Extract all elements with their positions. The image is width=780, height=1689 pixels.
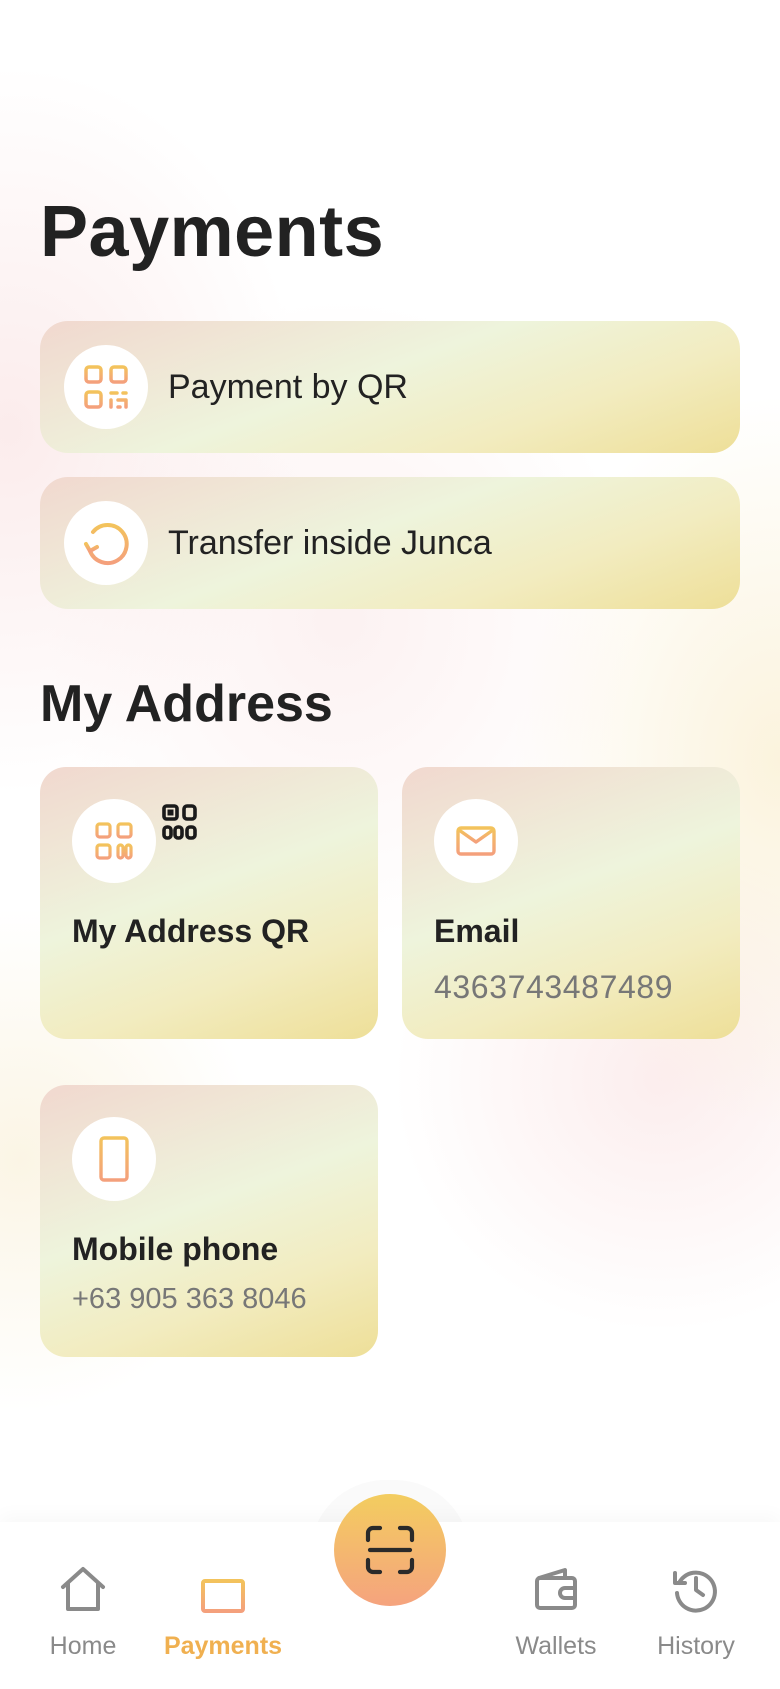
nav-label-history: History (657, 1632, 735, 1660)
phone-icon (99, 1136, 129, 1182)
nav-label-payments: Payments (163, 1632, 283, 1660)
nav-item-home[interactable]: Home (13, 1560, 153, 1661)
history-icon (673, 1570, 717, 1613)
mobile-phone-title: Mobile phone (72, 1231, 279, 1267)
wallet-icon (535, 1568, 577, 1610)
qr-code-icon (95, 822, 133, 860)
payment-by-qr-label: Payment by QR (168, 368, 408, 406)
mail-icon (456, 826, 496, 856)
payment-qr-icon-circle (64, 345, 148, 429)
my-address-qr-tile[interactable]: My Address QR (40, 767, 378, 1039)
payments-icon (201, 1565, 245, 1613)
nav-label-wallets: Wallets (515, 1632, 597, 1660)
mobile-phone-tile[interactable]: Mobile phone +63 905 363 8046 (40, 1085, 378, 1357)
transfer-icon-circle (64, 501, 148, 585)
address-qr-icon-circle (72, 799, 156, 883)
phone-icon-circle (72, 1117, 156, 1201)
qr-code-badge-icon[interactable] (161, 803, 199, 841)
page-title: Payments (40, 192, 385, 272)
payment-by-qr-button[interactable]: Payment by QR (40, 321, 740, 453)
scan-button[interactable] (334, 1494, 446, 1606)
email-icon-circle (434, 799, 518, 883)
transfer-inside-junca-button[interactable]: Transfer inside Junca (40, 477, 740, 609)
nav-item-history[interactable]: History (626, 1560, 766, 1661)
email-value: 4363743487489 (434, 969, 674, 1005)
email-title: Email (434, 913, 520, 949)
qr-code-icon (84, 365, 128, 409)
nav-item-wallets[interactable]: Wallets (486, 1560, 626, 1661)
mobile-phone-value: +63 905 363 8046 (72, 1283, 307, 1315)
scan-icon (365, 1525, 415, 1575)
my-address-qr-title: My Address QR (72, 913, 310, 949)
refresh-icon (84, 523, 129, 565)
my-address-heading: My Address (40, 675, 333, 733)
home-icon (61, 1567, 105, 1611)
email-tile[interactable]: Email 4363743487489 (402, 767, 740, 1039)
nav-item-payments[interactable]: Payments (153, 1560, 293, 1661)
nav-label-home: Home (49, 1632, 117, 1660)
transfer-inside-junca-label: Transfer inside Junca (168, 524, 492, 562)
